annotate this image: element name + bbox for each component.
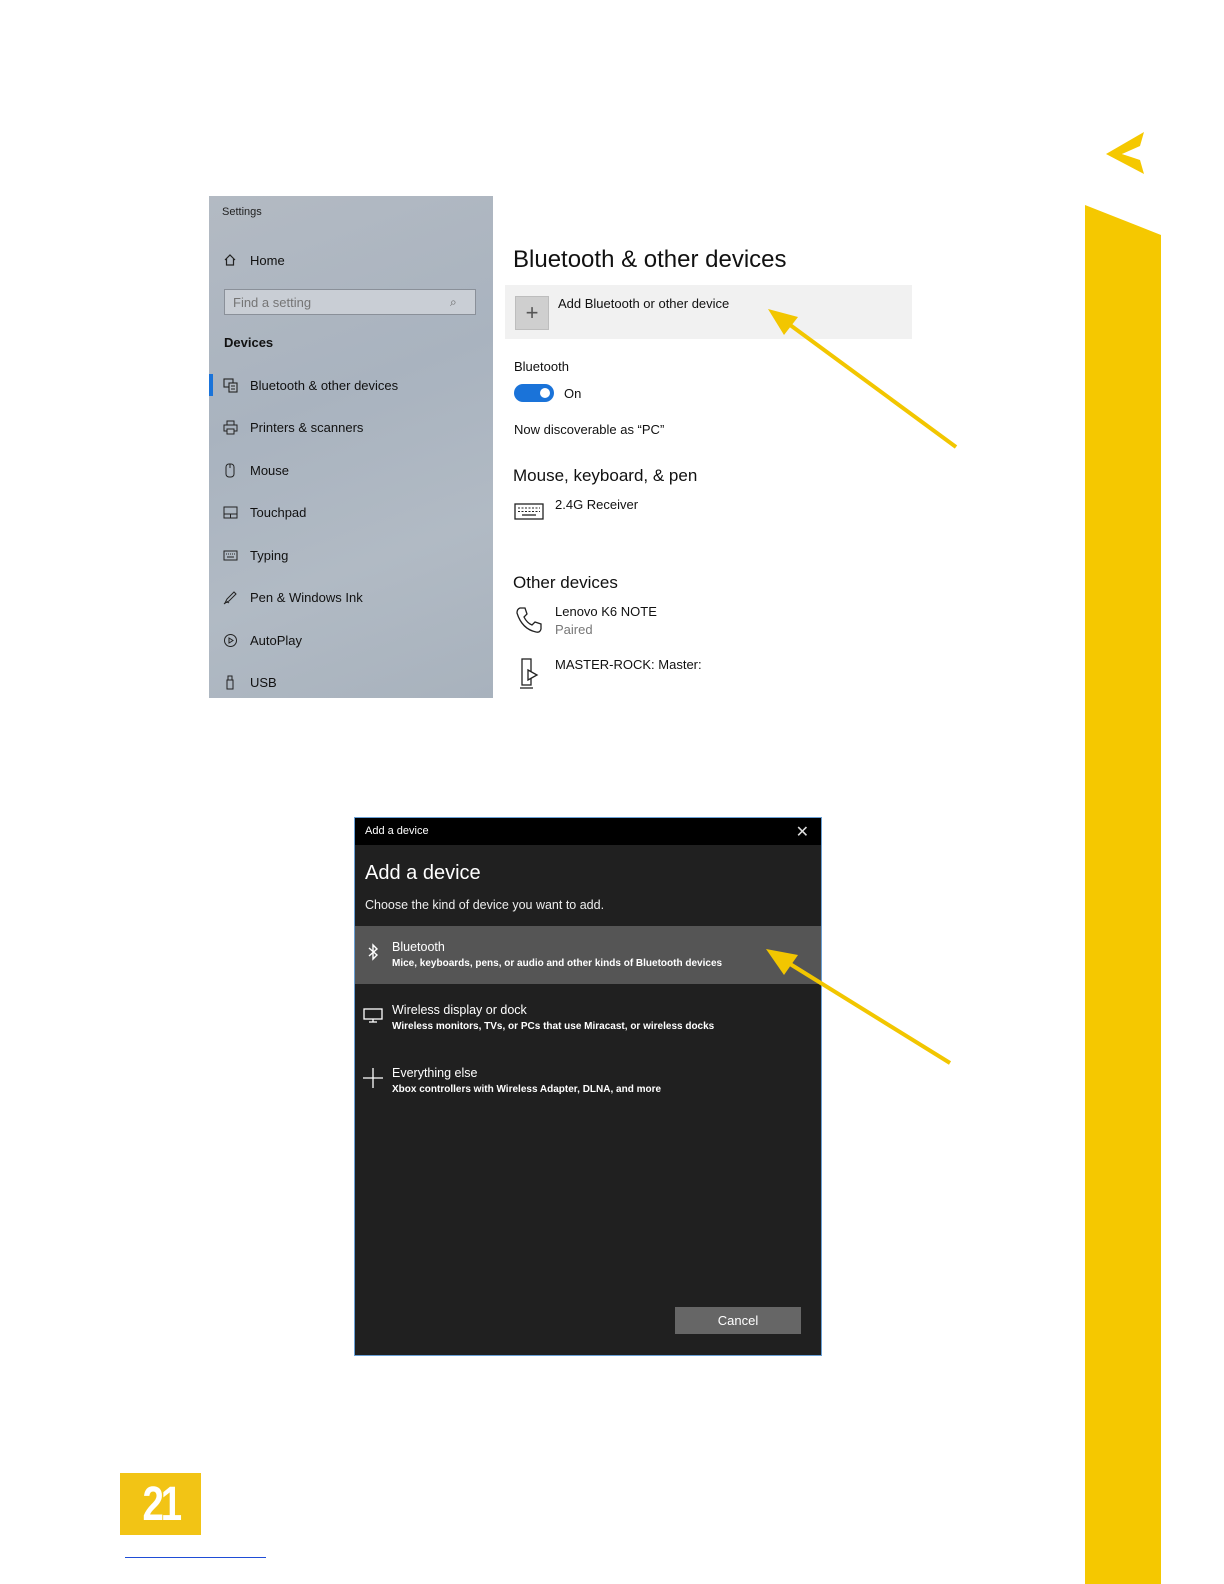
pointer-arrow [768,309,958,449]
sidebar-item-bluetooth[interactable]: Bluetooth & other devices [222,374,398,396]
page-number-badge: 21 [120,1473,201,1535]
bluetooth-toggle[interactable] [514,384,554,402]
sidebar-item-touchpad[interactable]: Touchpad [222,501,306,523]
plus-icon: + [515,296,549,330]
option-wireless-display[interactable]: Wireless display or dock Wireless monito… [355,989,821,1047]
mouse-section-heading: Mouse, keyboard, & pen [513,466,698,485]
device-status: Paired [555,622,593,637]
device-list-item[interactable]: MASTER-ROCK: Master: [555,657,702,672]
footer-rule [125,1557,266,1558]
home-icon [222,252,238,268]
dialog-titlebar: Add a device ✕ [355,818,821,845]
section-heading: Devices [224,335,274,350]
bluetooth-devices-icon [222,377,238,393]
bluetooth-label: Bluetooth [514,359,569,374]
sidebar-item-label: Printers & scanners [250,419,364,435]
dialog-subtitle: Choose the kind of device you want to ad… [365,898,605,912]
option-title: Wireless display or dock [392,1003,527,1017]
dialog-window-title: Add a device [365,825,429,837]
close-icon[interactable]: ✕ [796,822,809,842]
page-side-band [1085,205,1161,1584]
pointer-arrow [766,949,952,1065]
discoverable-text: Now discoverable as “PC” [514,422,665,437]
option-description: Wireless monitors, TVs, or PCs that use … [392,1021,715,1032]
search-field[interactable]: ⌕ [224,289,476,315]
device-list-item[interactable]: Lenovo K6 NOTE [555,604,657,619]
dialog-heading: Add a device [365,862,481,884]
option-title: Everything else [392,1066,478,1080]
sidebar-item-label: Pen & Windows Ink [250,589,363,605]
search-icon: ⌕ [450,294,457,309]
cancel-button[interactable]: Cancel [675,1307,801,1334]
window-title: Settings [222,206,262,218]
sidebar-item-usb[interactable]: USB [222,671,277,693]
sidebar-item-label: AutoPlay [250,632,303,648]
pen-icon [222,589,238,605]
option-everything-else[interactable]: Everything else Xbox controllers with Wi… [355,1052,821,1110]
add-device-dialog: Add a device ✕ Add a device Choose the k… [354,817,822,1356]
sidebar-item-printers[interactable]: Printers & scanners [222,416,363,438]
sidebar-item-label: Typing [250,547,289,563]
device-keyboard-icon [514,501,544,526]
page-number: 21 [142,1477,182,1531]
sidebar-item-typing[interactable]: Typing [222,544,288,566]
monitor-icon [363,1003,383,1027]
sidebar-item-label: Home [250,252,285,268]
sidebar-item-pen[interactable]: Pen & Windows Ink [222,586,363,608]
sidebar-item-mouse[interactable]: Mouse [222,459,289,481]
mouse-icon [222,462,238,478]
bluetooth-state: On [564,386,582,401]
option-description: Xbox controllers with Wireless Adapter, … [392,1084,662,1095]
autoplay-icon [222,632,238,648]
phone-icon [514,605,544,640]
option-title: Bluetooth [392,940,445,954]
sidebar-item-home[interactable]: Home [222,249,285,271]
media-device-icon [519,658,545,695]
settings-sidebar: Settings Home ⌕ Devices Bluetooth & othe… [209,196,493,698]
search-input[interactable] [225,293,450,311]
touchpad-icon [222,504,238,520]
selection-indicator [209,374,213,396]
printer-icon [222,419,238,435]
other-section-heading: Other devices [513,573,618,592]
sidebar-item-label: Bluetooth & other devices [250,377,399,393]
sidebar-item-label: USB [250,674,277,690]
sidebar-item-autoplay[interactable]: AutoPlay [222,629,302,651]
option-description: Mice, keyboards, pens, or audio and othe… [392,958,723,969]
sidebar-item-label: Touchpad [250,504,307,520]
device-list-item[interactable]: 2.4G Receiver [555,497,638,512]
keyboard-icon [222,547,238,563]
plus-icon [363,1066,383,1090]
add-device-label: Add Bluetooth or other device [558,296,730,311]
usb-icon [222,674,238,690]
logo-icon [1106,132,1144,174]
option-bluetooth[interactable]: Bluetooth Mice, keyboards, pens, or audi… [355,926,821,984]
bluetooth-icon [363,940,383,964]
page-title: Bluetooth & other devices [513,246,787,273]
sidebar-item-label: Mouse [250,462,290,478]
